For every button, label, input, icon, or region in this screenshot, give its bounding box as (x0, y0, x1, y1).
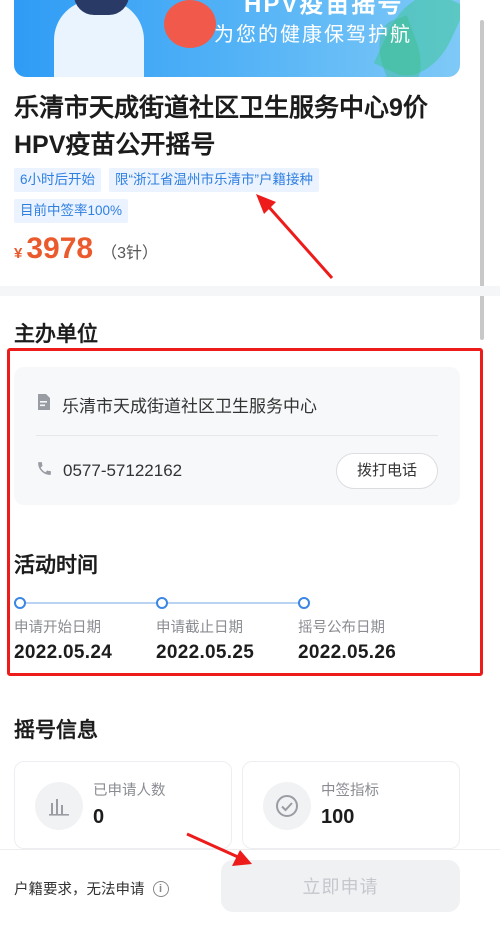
lottery-section-title: 摇号信息 (14, 719, 98, 742)
heart-icon (164, 0, 216, 48)
organizer-section-title: 主办单位 (14, 323, 98, 346)
banner-title: HPV疫苗摇号 (244, 0, 404, 18)
residency-note: 户籍要求，无法申请 i (14, 878, 169, 899)
event-title: 乐清市天成街道社区卫生服务中心9价HPV疫苗公开摇号 (14, 94, 428, 159)
annotation-highlight-box (7, 348, 483, 676)
check-circle-icon (263, 782, 311, 830)
tag-success-rate: 目前中签率100% (14, 199, 129, 223)
bar-chart-icon (35, 782, 83, 830)
applicants-value: 0 (93, 806, 105, 828)
price-unit: （3针） (101, 245, 158, 262)
applicants-label: 已申请人数 (93, 783, 166, 799)
applicants-stat-card: 已申请人数 0 (14, 761, 232, 849)
tag-start-time: 6小时后开始 (14, 168, 102, 192)
currency-symbol: ¥ (14, 245, 23, 262)
price: ¥ 3978 （3针） (14, 232, 158, 272)
quota-label: 中签指标 (321, 783, 379, 799)
banner-slogan: 为您的健康保驾护航 (214, 24, 412, 46)
event-tags: 6小时后开始 限“浙江省温州市乐清市”户籍接种 目前中签率100% (14, 168, 474, 230)
quota-value: 100 (321, 806, 355, 828)
doctor-illustration (44, 0, 154, 77)
tag-residency: 限“浙江省温州市乐清市”户籍接种 (109, 168, 320, 192)
residency-note-text: 户籍要求，无法申请 (14, 882, 145, 898)
hero-banner: HPV疫苗摇号 为您的健康保驾护航 (14, 0, 460, 77)
info-icon[interactable]: i (152, 880, 169, 897)
bottom-action-bar: 户籍要求，无法申请 i 立即申请 (0, 849, 500, 927)
quota-stat-card: 中签指标 100 (242, 761, 460, 849)
section-divider (0, 286, 500, 296)
price-amount: 3978 (26, 232, 94, 265)
apply-now-button[interactable]: 立即申请 (221, 860, 460, 912)
